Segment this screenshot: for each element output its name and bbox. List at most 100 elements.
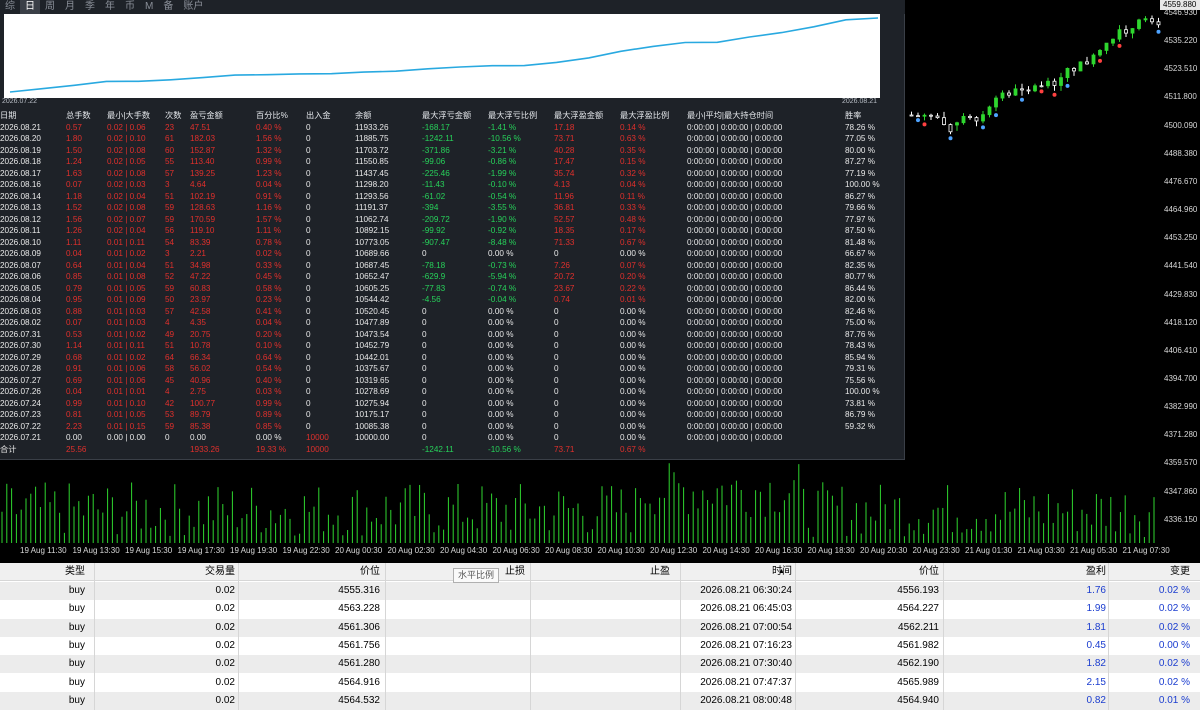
stats-row: 2026.08.16 0.07 0.02 | 0.03 3 4.64 0.04 % 0 112… [0, 179, 905, 191]
stats-cell: 0.40 % [256, 375, 282, 385]
candle [1007, 90, 1011, 98]
stats-cell: 85.38 [190, 421, 211, 431]
stats-cell: 73.81 % [845, 398, 876, 408]
candle [994, 95, 998, 112]
period-tab[interactable]: 季 [80, 0, 100, 14]
period-tab[interactable]: 备 [158, 0, 178, 14]
stats-row: 2026.07.23 0.81 0.01 | 0.05 53 89.79 0.89 % 0 1… [0, 409, 905, 421]
stats-cell: 0.01 | 0.02 [107, 249, 146, 258]
column-divider[interactable] [943, 563, 944, 710]
trades-column-header[interactable]: 价位 [795, 563, 939, 581]
stats-cell: 10278.69 [355, 387, 390, 396]
trade-cell: 0.02 % [1158, 585, 1190, 596]
stats-cell: -61.02 [422, 191, 446, 201]
trade-row[interactable]: buy 0.02 4564.916 2026.08.21 07:47:37 4565.9… [0, 673, 1200, 692]
stats-cell: 60.83 [190, 283, 211, 293]
stats-cell: 1.56 % [256, 134, 282, 143]
column-divider[interactable] [238, 563, 239, 710]
stats-cell: 0.48 % [620, 214, 646, 224]
column-divider[interactable] [1108, 563, 1109, 710]
trades-column-header[interactable]: 止盈 [650, 563, 675, 581]
stats-row: 2026.08.21 0.57 0.02 | 0.06 23 47.51 0.40 % 0 1… [0, 122, 905, 134]
price-axis-label: 4500.090 [1164, 120, 1198, 130]
stats-cell: 0 [306, 134, 311, 143]
column-divider[interactable] [530, 563, 531, 710]
trade-marker [1117, 43, 1122, 48]
stats-cell: 0 [554, 341, 559, 350]
sort-ascending-icon[interactable]: ▲ [778, 563, 785, 581]
stats-cell: -0.92 % [488, 226, 517, 235]
stats-cell: 0.00 % [620, 352, 646, 362]
stats-cell: 10652.47 [355, 272, 390, 281]
stats-cell: 86.27 % [845, 191, 876, 201]
period-tab[interactable]: 周 [40, 0, 60, 14]
period-tab[interactable]: 账户 [178, 0, 208, 14]
trade-cell: 0.02 [215, 585, 235, 596]
trades-column-header[interactable]: 价位 [240, 563, 380, 581]
stats-cell: 0.22 % [620, 283, 646, 293]
trades-column-header[interactable]: 变更 [1110, 563, 1190, 581]
column-divider[interactable] [385, 563, 386, 710]
stats-cell: 0 [306, 157, 311, 166]
stats-cell: 0 [554, 329, 559, 339]
stats-cell: 11.96 [554, 191, 574, 201]
stats-cell: 0.00 % [620, 249, 646, 258]
stats-cell: 0.23 % [256, 295, 282, 304]
stats-cell: -1.99 % [488, 168, 517, 178]
time-axis-label: 21 Aug 05:30 [1070, 546, 1118, 555]
stats-cell: 0.00 % [488, 421, 514, 431]
column-divider[interactable] [680, 563, 681, 710]
trade-cell: buy [68, 639, 85, 651]
statistics-panel: 综日周月季年币 M 备账户 2026.07.22 2026.08.21 日期 总手数 最… [0, 0, 905, 460]
stats-cell: 0.01 | 0.05 [107, 410, 146, 419]
trade-row[interactable]: buy 0.02 4561.306 2026.08.21 07:00:54 4562.2… [0, 618, 1200, 637]
stats-cell: -0.86 % [488, 157, 517, 166]
column-divider[interactable] [94, 563, 95, 710]
stats-cell: 0.03 % [256, 387, 282, 396]
period-tab[interactable]: 币 [120, 0, 140, 14]
trades-column-header[interactable]: 盈利 [945, 563, 1106, 581]
stats-cell: 0.01 | 0.11 [107, 237, 145, 247]
stats-cell: 0.02 | 0.07 [107, 214, 146, 224]
trade-row[interactable]: buy 0.02 4561.280 2026.08.21 07:30:40 4562.1… [0, 655, 1200, 674]
period-tab[interactable]: 综 [0, 0, 20, 14]
stats-cell: 0:00:00 | 0:00:00 | 0:00:00 [687, 237, 783, 247]
stats-cell: 2026.08.03 [0, 306, 41, 316]
trade-row[interactable]: buy 0.02 4563.228 2026.08.21 06:45:03 4564.2… [0, 600, 1200, 619]
period-tab[interactable]: 月 [60, 0, 80, 14]
stats-cell: 0.02 | 0.08 [107, 145, 146, 155]
candle [929, 113, 933, 121]
stats-cell: 0.54 % [256, 364, 282, 373]
trade-cell: 2026.08.21 06:45:03 [700, 603, 792, 615]
trades-column-header[interactable]: 类型 [0, 563, 85, 581]
stats-cell: 7.26 [554, 260, 570, 270]
stats-cell: 59 [165, 214, 175, 224]
stats-cell: 42.58 [190, 306, 211, 316]
candle [981, 111, 985, 124]
trade-row[interactable]: buy 0.02 4555.316 2026.08.21 06:30:24 4556.1… [0, 582, 1200, 600]
stats-cell: 57 [165, 306, 175, 316]
period-tab[interactable]: M [140, 0, 158, 14]
column-divider[interactable] [795, 563, 796, 710]
candle [1085, 56, 1089, 65]
period-tab[interactable]: 日 [20, 0, 40, 14]
stats-row: 2026.08.11 1.26 0.02 | 0.04 56 119.10 1.11 % 0… [0, 225, 905, 237]
stats-cell: 0 [306, 145, 311, 155]
period-tab[interactable]: 年 [100, 0, 120, 14]
time-axis-label: 20 Aug 20:30 [860, 546, 908, 555]
stats-cell: 0.00 % [488, 433, 514, 442]
stats-cell: 0:00:00 | 0:00:00 | 0:00:00 [687, 145, 783, 155]
stats-cell: 0.15 % [620, 157, 646, 166]
price-axis-label: 4394.700 [1164, 373, 1198, 383]
stats-cell: -0.73 % [488, 260, 517, 270]
stats-cell: 2026.07.27 [0, 375, 41, 385]
trades-column-header[interactable]: 时间 [688, 563, 792, 581]
trade-cell: 2026.08.21 06:30:24 [700, 585, 792, 596]
stats-row: 2026.08.18 1.24 0.02 | 0.05 55 113.40 0.99 % 0… [0, 156, 905, 168]
trade-cell: 4561.982 [897, 639, 939, 651]
candle [1143, 16, 1148, 23]
trade-row[interactable]: buy 0.02 4561.756 2026.08.21 07:16:23 4561.9… [0, 636, 1200, 655]
stats-cell: 0.68 [66, 352, 82, 362]
trades-column-header[interactable]: 交易量 [130, 563, 235, 581]
trade-row[interactable]: buy 0.02 4564.532 2026.08.21 08:00:48 4564.9… [0, 691, 1200, 710]
